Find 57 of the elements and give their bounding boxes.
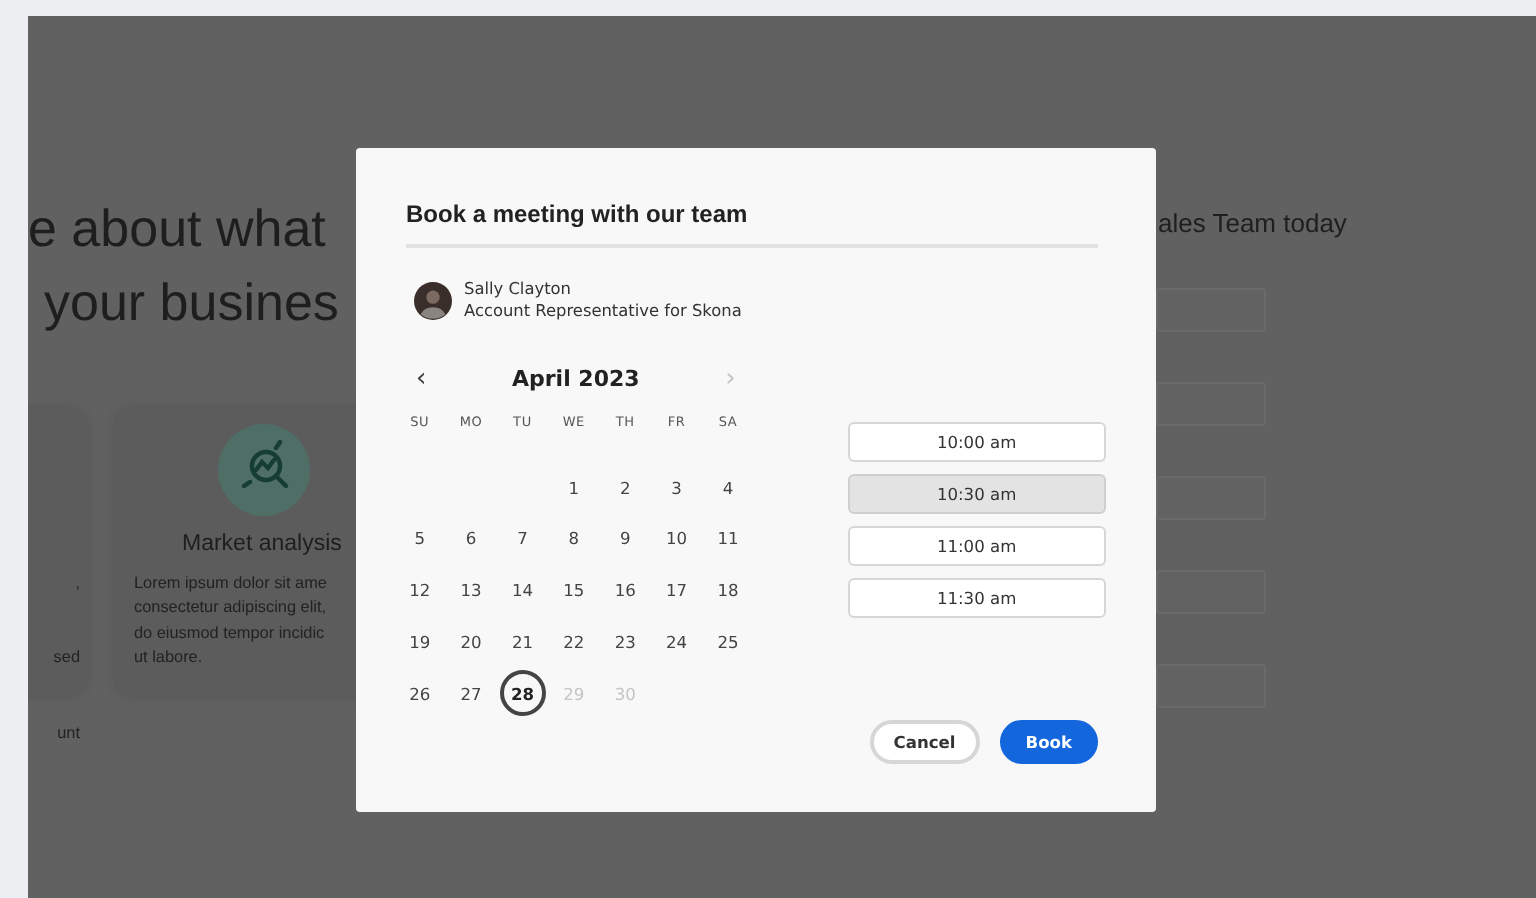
card-text: ut labore. [134,645,205,670]
cancel-button[interactable]: Cancel [869,720,980,764]
card-text: consectetur adipiscing elit, [134,596,327,621]
time-slot[interactable]: 11:00 am [847,526,1106,566]
calendar-day[interactable]: 21 [499,619,546,666]
month-title: April 2023 [512,366,640,392]
person-role: Account Representative for Skona [464,300,742,322]
avatar-icon [414,281,452,319]
card-title: Market analysis [182,532,342,556]
calendar-day[interactable]: 19 [396,619,443,666]
calendar-day[interactable]: 5 [396,515,443,562]
calendar-day[interactable]: 11 [704,515,751,562]
card-text: do eiusmod tempor incidic [134,621,327,646]
calendar-day[interactable]: 18 [704,567,751,614]
card-text: Lorem ipsum dolor sit ame [134,572,327,596]
calendar-day[interactable]: 4 [704,464,751,511]
form-title: ales Team today [1158,208,1347,238]
input-field[interactable] [1156,570,1266,614]
card-text: , [73,572,80,596]
calendar-day[interactable]: 20 [448,619,495,666]
calendar-day[interactable]: 10 [653,515,700,562]
book-button[interactable]: Book [999,720,1098,764]
calendar-day[interactable]: 14 [499,567,546,614]
calendar-day[interactable]: 8 [550,515,597,562]
time-slot[interactable]: 10:00 am [847,422,1106,462]
time-slot[interactable]: 10:30 am [847,474,1106,514]
input-field[interactable] [1156,382,1266,426]
page-heading: e about what [28,196,328,262]
calendar-day[interactable]: 6 [448,515,495,562]
calendar-day[interactable]: 9 [602,515,649,562]
previous-month-button[interactable]: ‹ [410,364,433,394]
calendar-day[interactable]: 25 [704,619,751,666]
dialog-title: Book a meeting with our team [406,200,750,228]
input-field[interactable] [1156,288,1266,332]
person-name: Sally Clayton [464,278,573,300]
card-text: unt [55,721,80,746]
page-heading: your busines [42,270,341,336]
calendar-day[interactable]: 27 [448,670,495,717]
input-field[interactable] [1156,476,1266,520]
calendar-day[interactable]: 26 [396,670,443,717]
calendar-day[interactable]: 17 [653,567,700,614]
calendar-day[interactable]: 16 [602,567,649,614]
chart-magnifier-icon [218,424,310,516]
card-text: sed [53,646,80,671]
input-field[interactable] [1156,664,1266,708]
calendar-day[interactable]: 13 [448,567,495,614]
calendar-day[interactable]: 1 [550,464,597,511]
calendar-day[interactable]: 22 [550,619,597,666]
time-slot[interactable]: 11:30 am [847,578,1106,618]
calendar-day[interactable]: 12 [396,567,443,614]
calendar-day[interactable]: 7 [499,515,546,562]
calendar-day[interactable]: 15 [550,567,597,614]
calendar-day[interactable]: 24 [653,619,700,666]
calendar-day[interactable]: 2 [602,464,649,511]
calendar-day[interactable]: 3 [653,464,700,511]
calendar-day[interactable]: 23 [602,619,649,666]
calendar-day[interactable]: 28 [499,670,546,717]
